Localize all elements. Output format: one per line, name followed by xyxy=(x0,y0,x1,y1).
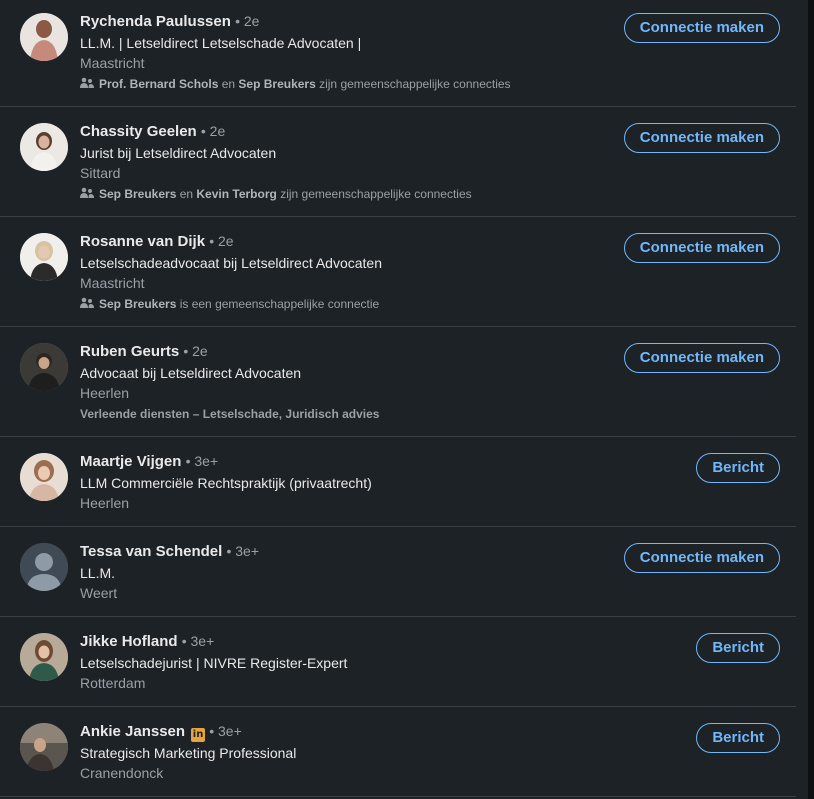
profile-name[interactable]: Chassity Geelen xyxy=(80,123,197,140)
profile-name[interactable]: Ankie Janssen xyxy=(80,723,185,740)
connection-degree: • 3e+ xyxy=(185,453,219,469)
profile-name[interactable]: Rychenda Paulussen xyxy=(80,13,231,30)
avatar[interactable] xyxy=(20,343,68,391)
profile-location: Weert xyxy=(80,585,118,601)
avatar[interactable] xyxy=(20,723,68,771)
profile-headline: Jurist bij Letseldirect Advocaten xyxy=(80,145,277,161)
connection-degree: • 3e+ xyxy=(209,723,242,739)
profile-location: Maastricht xyxy=(80,275,145,291)
profile-name[interactable]: Jikke Hofland xyxy=(80,633,178,650)
avatar[interactable] xyxy=(20,543,68,591)
search-results-list: Rychenda Paulussen • 2e LL.M. | Letseldi… xyxy=(0,0,808,799)
profile-name[interactable]: Tessa van Schendel xyxy=(80,543,222,560)
result-row: Chassity Geelen • 2e Jurist bij Letseldi… xyxy=(0,107,796,217)
result-row: Maartje Vijgen • 3e+ LLM Commerciële Rec… xyxy=(0,437,796,527)
connect-button[interactable]: Connectie maken xyxy=(623,543,780,573)
mutual-connections[interactable]: Prof. Bernard Schols en Sep Breukers zij… xyxy=(80,73,636,95)
profile-name[interactable]: Rosanne van Dijk xyxy=(80,233,205,250)
result-row: Rosanne van Dijk • 2e Letselschadeadvoca… xyxy=(0,217,796,327)
people-icon xyxy=(80,77,94,88)
profile-name[interactable]: Ruben Geurts xyxy=(80,343,179,360)
result-row: Ankie Janssen in • 3e+ Strategisch Market… xyxy=(0,707,796,797)
linkedin-badge-icon: in xyxy=(191,728,206,742)
profile-name[interactable]: Maartje Vijgen xyxy=(80,453,181,470)
mutual-connections[interactable]: Sep Breukers en Kevin Terborg zijn gemee… xyxy=(80,183,636,205)
avatar[interactable] xyxy=(20,233,68,281)
connect-button[interactable]: Connectie maken xyxy=(623,343,780,373)
result-row: Jikke Hofland • 3e+ Letselschadejurist |… xyxy=(0,617,796,707)
message-button[interactable]: Bericht xyxy=(696,633,780,663)
profile-headline: Advocaat bij Letseldirect Advocaten xyxy=(80,365,302,381)
connection-degree: • 2e xyxy=(235,13,260,29)
default-avatar-icon xyxy=(20,543,68,591)
connection-degree: • 3e+ xyxy=(181,633,215,649)
profile-location: Heerlen xyxy=(80,385,130,401)
avatar[interactable] xyxy=(20,633,68,681)
connect-button[interactable]: Connectie maken xyxy=(623,123,780,153)
connection-degree: • 2e xyxy=(209,233,234,249)
connect-button[interactable]: Connectie maken xyxy=(623,13,780,43)
result-row: Rychenda Paulussen • 2e LL.M. | Letseldi… xyxy=(0,0,796,107)
profile-location: Cranendonck xyxy=(80,765,164,781)
profile-location: Sittard xyxy=(80,165,121,181)
profile-location: Rotterdam xyxy=(80,675,146,691)
profile-headline: Strategisch Marketing Professional xyxy=(80,745,297,761)
profile-headline: Letselschadejurist | NIVRE Register-Expe… xyxy=(80,655,348,671)
profile-location: Maastricht xyxy=(80,55,145,71)
avatar[interactable] xyxy=(20,123,68,171)
avatar[interactable] xyxy=(20,13,68,61)
provided-services: Verleende diensten – Letselschade, Jurid… xyxy=(80,407,380,421)
mutual-connections[interactable]: Sep Breukers is een gemeenschappelijke c… xyxy=(80,293,636,315)
profile-headline: LL.M. | Letseldirect Letselschade Advoca… xyxy=(80,35,362,51)
connection-degree: • 2e xyxy=(183,343,208,359)
profile-location: Heerlen xyxy=(80,495,130,511)
result-row: Ruben Geurts • 2e Advocaat bij Letseldir… xyxy=(0,327,796,437)
connection-degree: • 2e xyxy=(200,123,226,139)
people-icon xyxy=(80,297,94,308)
connection-degree: • 3e+ xyxy=(226,543,260,559)
scrollbar-track[interactable] xyxy=(808,0,814,799)
profile-headline: LLM Commerciële Rechtspraktijk (privaatr… xyxy=(80,475,372,491)
profile-headline: LL.M. xyxy=(80,565,116,581)
message-button[interactable]: Bericht xyxy=(696,453,780,483)
result-row: Tessa van Schendel • 3e+ LL.M. Weert Con… xyxy=(0,527,796,617)
message-button[interactable]: Bericht xyxy=(696,723,780,753)
connect-button[interactable]: Connectie maken xyxy=(623,233,780,263)
people-icon xyxy=(80,187,94,198)
avatar[interactable] xyxy=(20,453,68,501)
profile-headline: Letselschadeadvocaat bij Letseldirect Ad… xyxy=(80,255,382,271)
